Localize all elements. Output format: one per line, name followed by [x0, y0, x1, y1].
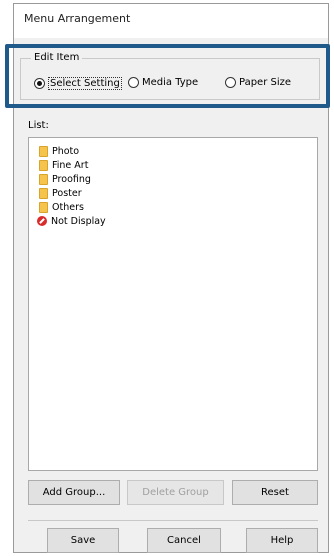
list-item-not-display[interactable]: Not Display [37, 214, 106, 228]
list-item-label: Others [52, 201, 84, 213]
list-item-label: Proofing [52, 173, 91, 185]
dialog-title: Menu Arrangement [24, 12, 131, 25]
menu-list[interactable]: Photo Fine Art Proofing Poster Others No… [28, 137, 318, 471]
list-item-label: Not Display [51, 215, 106, 227]
folder-icon [39, 145, 48, 157]
no-display-icon [37, 216, 47, 226]
delete-group-button[interactable]: Delete Group [127, 480, 224, 505]
title-bar: Menu Arrangement [14, 4, 328, 38]
list-item-photo[interactable]: Photo [39, 144, 79, 158]
cancel-button[interactable]: Cancel [147, 528, 221, 553]
help-button[interactable]: Help [246, 528, 318, 553]
list-item-label: Poster [52, 187, 82, 199]
radio-select-setting-label: Select Setting [48, 77, 122, 90]
list-item-proofing[interactable]: Proofing [39, 172, 91, 186]
radio-paper-size-label: Paper Size [239, 77, 292, 88]
radio-select-setting[interactable]: Select Setting [34, 77, 122, 90]
save-button[interactable]: Save [47, 528, 119, 553]
radio-paper-size-dot[interactable] [225, 77, 236, 88]
edit-item-legend: Edit Item [31, 52, 83, 63]
radio-media-type[interactable]: Media Type [128, 77, 198, 88]
radio-media-type-dot[interactable] [128, 77, 139, 88]
radio-paper-size[interactable]: Paper Size [225, 77, 291, 88]
radio-select-setting-dot[interactable] [34, 78, 45, 89]
radio-media-type-label: Media Type [142, 77, 199, 88]
folder-icon [39, 159, 48, 171]
reset-button[interactable]: Reset [232, 480, 318, 505]
folder-icon [39, 187, 48, 199]
list-item-fine-art[interactable]: Fine Art [39, 158, 88, 172]
add-group-button[interactable]: Add Group... [28, 480, 120, 505]
list-item-label: Fine Art [52, 159, 89, 171]
folder-icon [39, 173, 48, 185]
list-item-poster[interactable]: Poster [39, 186, 82, 200]
folder-icon [39, 201, 48, 213]
list-label: List: [28, 120, 49, 131]
separator [28, 520, 318, 521]
list-item-label: Photo [52, 145, 80, 157]
list-item-others[interactable]: Others [39, 200, 84, 214]
